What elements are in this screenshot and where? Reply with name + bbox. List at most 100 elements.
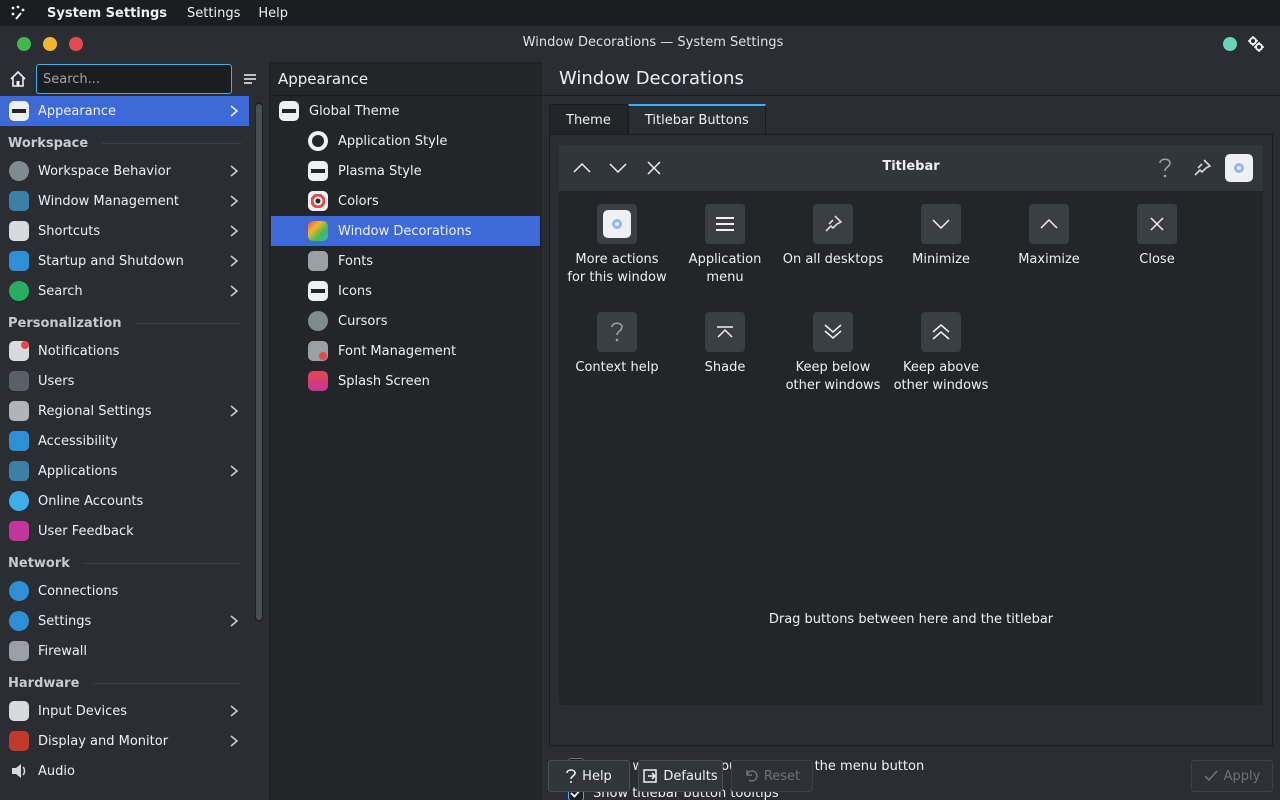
search-input[interactable] (36, 64, 232, 94)
menu-settings[interactable]: Settings (187, 6, 240, 21)
subpanel-item-application-style[interactable]: Application Style (271, 126, 540, 156)
hamburger-menu-icon[interactable] (232, 73, 268, 85)
menu-bar: System Settings Settings Help (0, 0, 1280, 26)
pin-icon (825, 215, 842, 232)
sidebar-item-applications[interactable]: Applications (0, 456, 249, 486)
button-minimize[interactable]: Minimize (887, 204, 995, 269)
sidebar-item-workspace-behavior[interactable]: Workspace Behavior (0, 156, 249, 186)
chevron-right-icon (230, 285, 239, 297)
sidebar-item-label: Users (38, 373, 75, 389)
sidebar-item-label: Accessibility (38, 433, 118, 449)
section-network: Network (0, 550, 249, 576)
sidebar-item-audio[interactable]: Audio (0, 756, 249, 786)
button-more-actions[interactable]: More actions for this window (563, 204, 671, 287)
subpanel-item-font-management[interactable]: Font Management (271, 336, 540, 366)
context-help-icon (611, 322, 623, 342)
defaults-button[interactable]: Defaults (638, 760, 723, 792)
button-shade[interactable]: Shade (671, 312, 779, 377)
home-button[interactable] (0, 62, 36, 96)
sidebar-item-startup-shutdown[interactable]: Startup and Shutdown (0, 246, 249, 276)
sidebar-item-accessibility[interactable]: Accessibility (0, 426, 249, 456)
window-decorations-icon (308, 221, 328, 241)
workspace-behavior-icon (9, 161, 29, 181)
button-keep-below[interactable]: Keep below other windows (779, 312, 887, 395)
application-menu-icon (716, 217, 734, 231)
sidebar-item-label: Firewall (38, 643, 88, 659)
button-keep-above[interactable]: Keep above other windows (887, 312, 995, 395)
subpanel-item-cursors[interactable]: Cursors (271, 306, 540, 336)
subpanel-item-splash-screen[interactable]: Splash Screen (271, 366, 540, 396)
minimize-icon (932, 219, 950, 229)
subpanel-item-icons[interactable]: Icons (271, 276, 540, 306)
icons-icon (308, 281, 328, 301)
network-settings-icon (9, 611, 29, 631)
help-icon (566, 769, 576, 783)
section-personalization: Personalization (0, 310, 249, 336)
accessibility-icon (9, 431, 29, 451)
chevron-right-icon (230, 255, 239, 267)
online-accounts-icon (9, 491, 29, 511)
button-context-help[interactable]: Context help (563, 312, 671, 377)
sidebar-item-online-accounts[interactable]: Online Accounts (0, 486, 249, 516)
button-on-all-desktops[interactable]: On all desktops (779, 204, 887, 269)
section-workspace: Workspace (0, 130, 249, 156)
subpanel-item-global-theme[interactable]: Global Theme (271, 96, 540, 126)
sidebar-item-network-settings[interactable]: Settings (0, 606, 249, 636)
reset-button[interactable]: Reset (731, 760, 813, 792)
plasma-style-icon (308, 161, 328, 181)
sidebar-item-label: Window Management (38, 193, 180, 209)
global-theme-icon (279, 101, 299, 121)
menu-help[interactable]: Help (258, 6, 288, 21)
sidebar-item-label: Notifications (38, 343, 120, 359)
preview-pin-icon[interactable] (1190, 156, 1214, 180)
preview-window-menu-icon[interactable] (1225, 154, 1253, 182)
sidebar-item-label: Search (38, 283, 83, 299)
sidebar-item-shortcuts[interactable]: Shortcuts (0, 216, 249, 246)
subpanel-item-colors[interactable]: Colors (271, 186, 540, 216)
sidebar-item-users[interactable]: Users (0, 366, 249, 396)
sidebar-item-firewall[interactable]: Firewall (0, 636, 249, 666)
sidebar-item-connections[interactable]: Connections (0, 576, 249, 606)
titlebar-preview[interactable]: Titlebar (559, 145, 1263, 191)
tab-titlebar-buttons[interactable]: Titlebar Buttons (627, 104, 766, 135)
section-hardware: Hardware (0, 670, 249, 696)
chevron-right-icon (230, 405, 239, 417)
sidebar-item-input-devices[interactable]: Input Devices (0, 696, 249, 726)
sidebar-item-window-management[interactable]: Window Management (0, 186, 249, 216)
sidebar-item-label: Settings (38, 613, 92, 629)
application-style-icon (308, 131, 328, 151)
dialog-button-bar: Help Defaults Reset Apply (542, 760, 1280, 794)
appearance-subpanel: Appearance Global Theme Application Styl… (271, 62, 541, 800)
button-close[interactable]: Close (1103, 204, 1211, 269)
status-indicator-icon[interactable] (1223, 37, 1237, 51)
sidebar-item-regional-settings[interactable]: Regional Settings (0, 396, 249, 426)
sidebar-item-display-monitor[interactable]: Display and Monitor (0, 726, 249, 756)
button-application-menu[interactable]: Application menu (671, 204, 779, 287)
apply-button[interactable]: Apply (1191, 760, 1273, 792)
chevron-right-icon (230, 165, 239, 177)
subpanel-item-plasma-style[interactable]: Plasma Style (271, 156, 540, 186)
app-name[interactable]: System Settings (47, 6, 167, 21)
window-decorations-panel: Window Decorations Theme Titlebar Button… (542, 62, 1280, 800)
kde-logo-icon[interactable] (0, 0, 36, 26)
sidebar-item-search[interactable]: Search (0, 276, 249, 306)
sidebar-scrollbar-thumb[interactable] (256, 104, 262, 620)
button-maximize[interactable]: Maximize (995, 204, 1103, 269)
subpanel-item-window-decorations[interactable]: Window Decorations (271, 216, 540, 246)
sidebar-item-appearance[interactable]: Appearance (0, 96, 249, 126)
subpanel-item-fonts[interactable]: Fonts (271, 246, 540, 276)
configure-icon[interactable] (1247, 35, 1265, 53)
connections-icon (9, 581, 29, 601)
sidebar-item-label: Audio (38, 763, 75, 779)
sidebar-item-user-feedback[interactable]: User Feedback (0, 516, 249, 546)
close-icon (1150, 217, 1164, 231)
preview-context-help-icon[interactable] (1153, 156, 1177, 180)
sidebar-item-label: Input Devices (38, 703, 128, 719)
sidebar-item-notifications[interactable]: Notifications (0, 336, 249, 366)
user-feedback-icon (9, 521, 29, 541)
sidebar-item-label: Workspace Behavior (38, 163, 171, 179)
titlebar-buttons-editor: Titlebar More actions for this window App… (559, 145, 1263, 705)
tab-theme[interactable]: Theme (549, 104, 628, 135)
sidebar-item-label: Startup and Shutdown (38, 253, 184, 269)
help-button[interactable]: Help (548, 760, 630, 792)
